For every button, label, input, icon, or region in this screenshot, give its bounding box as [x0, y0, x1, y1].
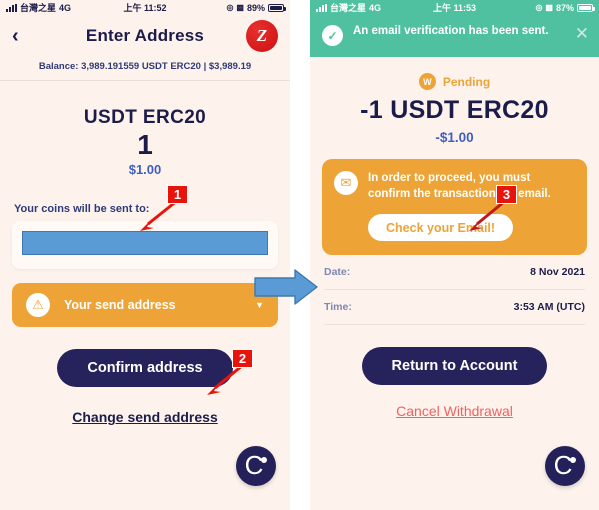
- notice-top-row: ✉ In order to proceed, you must confirm …: [334, 171, 575, 202]
- pending-icon-letter: W: [423, 76, 432, 87]
- alarm-icon: ▩: [545, 3, 553, 12]
- right-phone-screen: 台灣之星 4G 上午 11:53 ◎ ▩ 87% ✓ An email veri…: [310, 0, 599, 510]
- detail-key: Time:: [324, 301, 352, 314]
- left-status-bar: 台灣之星 4G 上午 11:52 ◎ ▩ 89%: [0, 0, 290, 15]
- sent-to-label: Your coins will be sent to:: [14, 203, 150, 216]
- alarm-icon: ▩: [236, 3, 244, 12]
- address-input-card[interactable]: [12, 221, 278, 270]
- celsius-logo-letter: C: [244, 450, 264, 480]
- envelope-icon: ✉: [334, 171, 358, 195]
- annotation-badge-3: 3: [496, 185, 517, 204]
- send-address-select[interactable]: ⚠ Your send address ▼: [12, 283, 278, 328]
- send-address-label: Your send address: [64, 298, 176, 313]
- amount-block: USDT ERC20 1 $1.00: [0, 81, 290, 177]
- return-to-account-button[interactable]: Return to Account: [361, 347, 548, 386]
- notice-text: In order to proceed, you must confirm th…: [368, 172, 551, 200]
- annotation-badge-2: 2: [232, 349, 253, 368]
- detail-key: Date:: [324, 266, 351, 279]
- brand-logo-icon[interactable]: Z: [246, 20, 278, 52]
- address-input[interactable]: [22, 231, 268, 256]
- right-status-bar: 台灣之星 4G 上午 11:53 ◎ ▩ 87%: [310, 0, 599, 15]
- chevron-down-icon[interactable]: ▼: [255, 300, 264, 310]
- cancel-withdrawal-link[interactable]: Cancel Withdrawal: [310, 403, 599, 419]
- celsius-logo-icon[interactable]: C: [236, 446, 276, 486]
- celsius-logo-letter: C: [553, 450, 573, 480]
- close-icon[interactable]: ✕: [575, 25, 589, 42]
- email-verification-toast: ✓ An email verification has been sent. ✕: [310, 15, 599, 57]
- change-send-address-link[interactable]: Change send address: [0, 409, 290, 425]
- coin-fiat-label: $1.00: [128, 162, 162, 178]
- check-your-email-button[interactable]: Check your Email!: [368, 214, 514, 242]
- check-circle-icon: ✓: [322, 25, 343, 46]
- balance-label: Balance: 3,989.191559 USDT ERC20 | $3,98…: [38, 61, 252, 72]
- status-right-group: ◎ ▩ 87%: [535, 2, 595, 13]
- left-phone-screen: 台灣之星 4G 上午 11:52 ◎ ▩ 89% ‹ Enter Address…: [0, 0, 290, 510]
- transaction-amount-label: -1 USDT ERC20: [360, 96, 549, 124]
- coin-name-label: USDT ERC20: [83, 107, 207, 128]
- battery-icon: [577, 3, 595, 12]
- confirm-address-button[interactable]: Confirm address: [57, 349, 233, 388]
- annotation-badge-1: 1: [167, 185, 188, 204]
- toast-message: An email verification has been sent.: [353, 25, 549, 37]
- pending-withdrawal-icon: W: [418, 73, 436, 90]
- status-right-group: ◎ ▩ 89%: [226, 2, 286, 13]
- warning-triangle-icon: ⚠: [26, 293, 50, 318]
- detail-row-date: Date: 8 Nov 2021: [324, 255, 585, 291]
- celsius-logo-icon[interactable]: C: [545, 446, 585, 486]
- left-nav-bar: ‹ Enter Address Z: [0, 15, 290, 57]
- celsius-logo-dot: [261, 457, 267, 463]
- brand-logo-letter: Z: [256, 26, 268, 45]
- transaction-fiat-label: -$1.00: [435, 130, 474, 145]
- location-arrow-icon: ◎: [226, 3, 234, 12]
- email-confirmation-card: ✉ In order to proceed, you must confirm …: [322, 159, 587, 256]
- celsius-logo-dot: [570, 457, 576, 463]
- battery-icon: [268, 3, 286, 12]
- detail-value: 3:53 AM (UTC): [513, 301, 585, 314]
- screenshot-root: 台灣之星 4G 上午 11:52 ◎ ▩ 89% ‹ Enter Address…: [0, 0, 599, 510]
- pending-label: Pending: [442, 74, 491, 89]
- battery-percent-label: 87%: [555, 2, 574, 13]
- status-badge: W Pending: [310, 73, 599, 90]
- location-arrow-icon: ◎: [535, 3, 543, 12]
- coin-quantity-label: 1: [137, 129, 153, 160]
- detail-row-time: Time: 3:53 AM (UTC): [324, 290, 585, 326]
- battery-percent-label: 89%: [246, 2, 265, 13]
- detail-value: 8 Nov 2021: [530, 266, 585, 279]
